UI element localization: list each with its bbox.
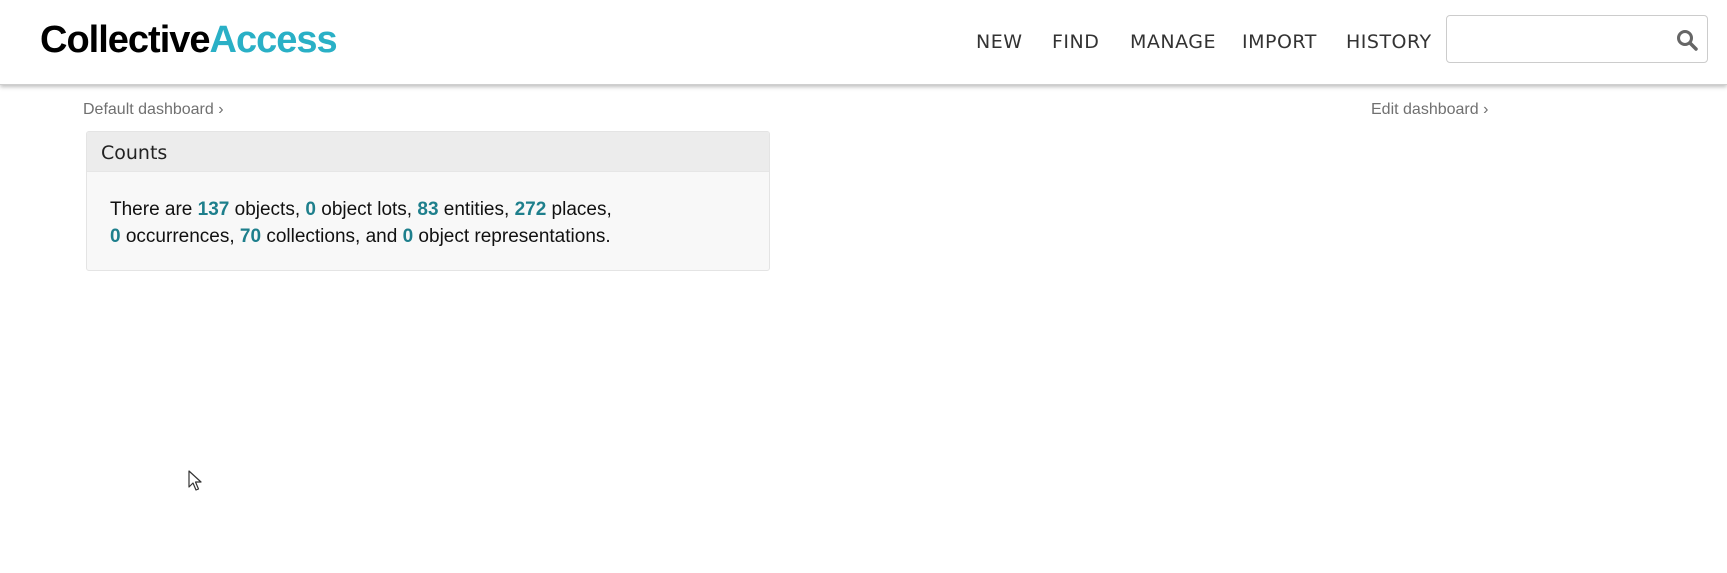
- occurrences-count: 0: [110, 226, 121, 247]
- search-box: [1446, 15, 1708, 63]
- counts-widget: Counts There are 137 objects, 0 object l…: [86, 131, 770, 271]
- nav-import[interactable]: IMPORT: [1242, 28, 1317, 56]
- nav-history[interactable]: HISTORY: [1346, 28, 1432, 56]
- nav-new[interactable]: NEW: [976, 28, 1023, 56]
- collections-count: 70: [239, 226, 262, 247]
- representations-count: 0: [402, 226, 414, 247]
- counts-text: entities,: [438, 199, 515, 220]
- objects-count: 137: [197, 199, 230, 220]
- object-lots-count: 0: [305, 199, 316, 220]
- counts-text: collections, and: [261, 226, 403, 247]
- nav-find[interactable]: FIND: [1052, 28, 1099, 56]
- top-header: CollectiveAccess NEW FIND MANAGE IMPORT …: [0, 0, 1727, 85]
- counts-text: places,: [546, 199, 612, 220]
- search-icon[interactable]: [1675, 28, 1699, 52]
- counts-text: object lots,: [315, 199, 418, 220]
- default-dashboard-link[interactable]: Default dashboard ›: [83, 101, 224, 119]
- counts-text: There are: [110, 199, 198, 220]
- mouse-cursor-icon: [188, 470, 204, 492]
- widget-title: Counts: [87, 132, 769, 172]
- counts-text: objects,: [229, 199, 306, 220]
- places-count: 272: [514, 199, 547, 220]
- entities-count: 83: [417, 199, 439, 220]
- counts-text: object representations.: [413, 226, 611, 247]
- edit-dashboard-link[interactable]: Edit dashboard ›: [1371, 101, 1488, 119]
- counts-summary: There are 137 objects, 0 object lots, 83…: [87, 172, 769, 250]
- counts-text: occurrences,: [120, 226, 240, 247]
- nav-manage[interactable]: MANAGE: [1130, 28, 1216, 56]
- search-input[interactable]: [1455, 24, 1679, 56]
